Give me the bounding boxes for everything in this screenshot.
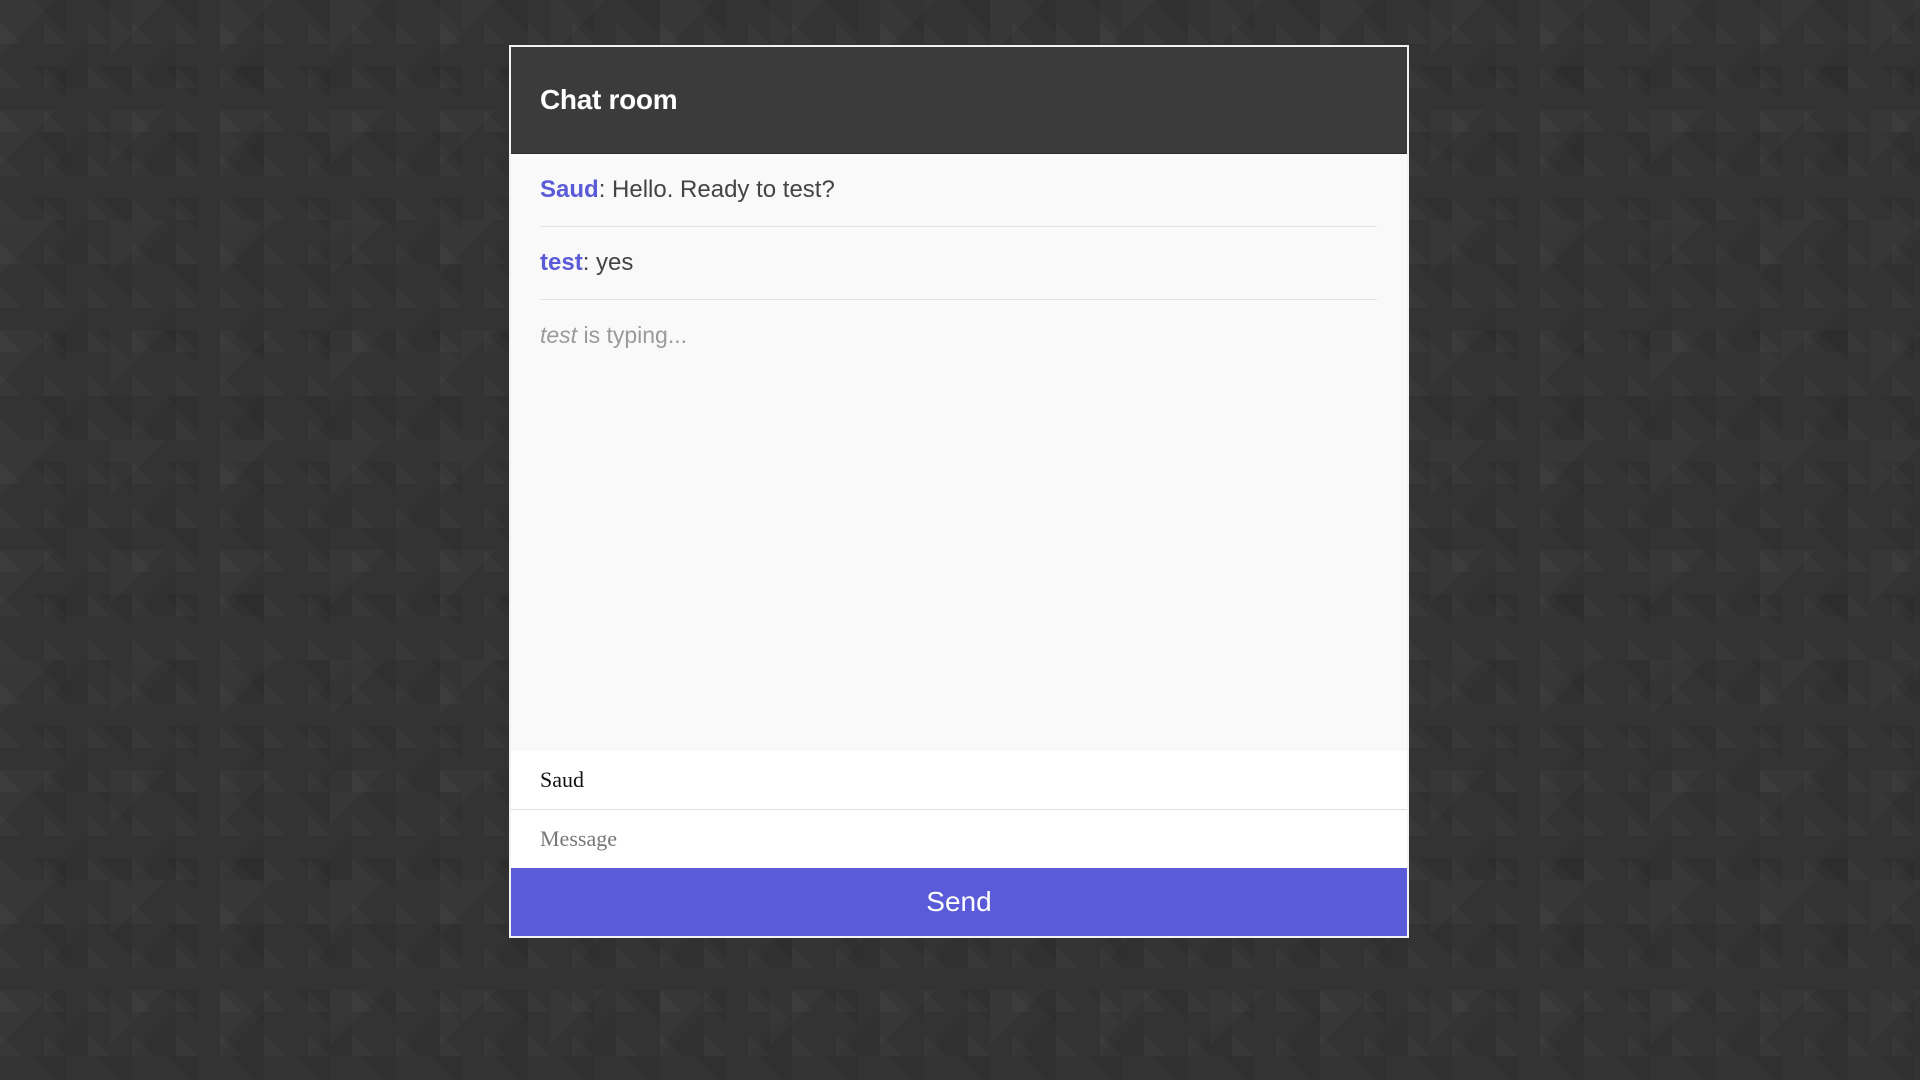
message-separator: : [598,176,613,203]
chat-header: Chat room [511,47,1407,154]
name-field-row [511,751,1407,810]
message-item: test: yes [540,227,1377,300]
typing-text: is typing... [577,322,688,348]
message-separator: : [582,249,597,276]
message-input[interactable] [511,810,1407,868]
send-button[interactable]: Send [511,868,1407,936]
typing-user: test [540,322,578,348]
name-input[interactable] [511,751,1407,809]
message-text: yes [596,249,634,276]
page-title: Chat room [540,84,678,115]
message-field-row [511,810,1407,868]
message-author: test [540,249,583,276]
message-text: Hello. Ready to test? [612,176,835,203]
chat-panel: Chat room Saud: Hello. Ready to test? te… [509,45,1409,938]
message-author: Saud [540,176,599,203]
message-item: Saud: Hello. Ready to test? [540,154,1377,227]
typing-indicator: test is typing... [540,300,1377,349]
message-list: Saud: Hello. Ready to test? test: yes te… [511,154,1407,751]
